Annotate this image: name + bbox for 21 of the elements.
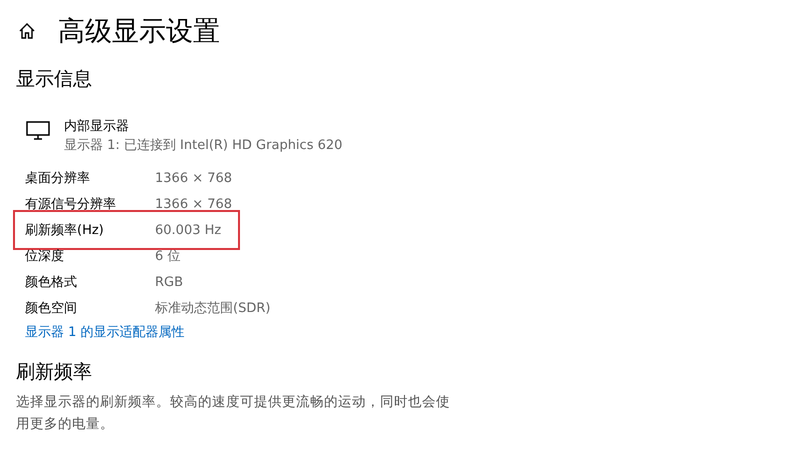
property-label: 颜色空间 (25, 300, 78, 317)
adapter-properties-link[interactable]: 显示器 1 的显示适配器属性 (25, 323, 185, 341)
property-label: 桌面分辨率 (25, 170, 91, 187)
property-label: 颜色格式 (25, 274, 78, 291)
monitor-icon (26, 121, 50, 141)
property-label: 位深度 (25, 248, 65, 265)
property-value: 1366 × 768 (155, 170, 232, 186)
property-value: RGB (155, 274, 184, 290)
property-label: 有源信号分辨率 (25, 196, 117, 213)
section-heading: 刷新频率 (16, 360, 93, 385)
property-label: 刷新频率(Hz) (25, 222, 105, 239)
section-description: 选择显示器的刷新频率。较高的速度可提供更流畅的运动，同时也会使用更多的电量。 (16, 393, 451, 434)
monitor-description: 显示器 1: 已连接到 Intel(R) HD Graphics 620 (64, 137, 342, 155)
property-value: 1366 × 768 (155, 196, 232, 212)
property-value: 60.003 Hz (155, 222, 222, 238)
property-value: 标准动态范围(SDR) (155, 300, 270, 317)
home-icon[interactable] (18, 22, 36, 40)
section-heading: 显示信息 (16, 67, 93, 92)
property-value: 6 位 (155, 248, 180, 265)
monitor-name: 内部显示器 (64, 118, 130, 136)
page-title: 高级显示设置 (58, 15, 220, 49)
